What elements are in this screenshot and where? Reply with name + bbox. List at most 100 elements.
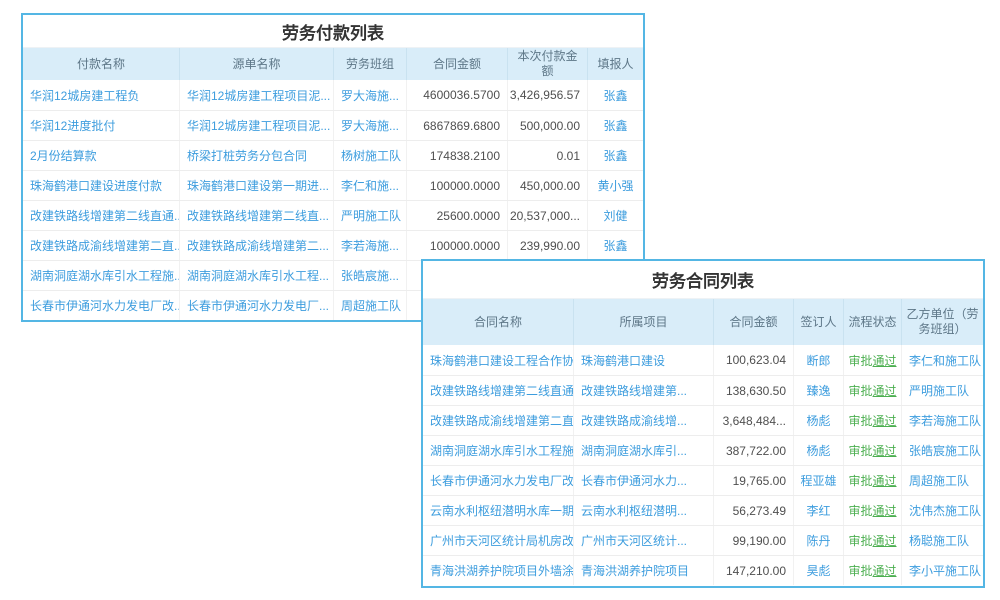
contracts-cell[interactable]: 长春市伊通河水力... [573, 466, 713, 495]
contracts-cell[interactable]: 改建铁路线增建第... [573, 376, 713, 405]
contracts-cell[interactable]: 李若海施工队 [901, 406, 983, 435]
table-row: 珠海鹤港口建设进度付款珠海鹤港口建设第一期进...李仁和施...100000.0… [23, 170, 643, 200]
contracts-cell: 138,630.50 [713, 376, 793, 405]
payments-cell[interactable]: 刘健 [587, 201, 643, 230]
payments-cell[interactable]: 长春市伊通河水力发电厂改... [23, 291, 179, 320]
contracts-cell[interactable]: 断郎 [793, 345, 843, 375]
status-text: 审批 [848, 412, 872, 429]
status-link[interactable]: 通过 [873, 532, 897, 549]
payments-cell[interactable]: 珠海鹤港口建设进度付款 [23, 171, 179, 200]
contracts-cell[interactable]: 程亚雄 [793, 466, 843, 495]
payments-cell[interactable]: 华润12进度批付 [23, 111, 179, 140]
contracts-cell[interactable]: 审批通过 [843, 436, 901, 465]
payments-cell: 450,000.00 [507, 171, 587, 200]
status-link[interactable]: 通过 [873, 502, 897, 519]
payments-cell[interactable]: 湖南洞庭湖水库引水工程... [179, 261, 333, 290]
contracts-cell[interactable]: 审批通过 [843, 526, 901, 555]
contracts-cell[interactable]: 审批通过 [843, 345, 901, 375]
payments-cell[interactable]: 改建铁路线增建第二线直通... [23, 201, 179, 230]
contracts-cell[interactable]: 广州市天河区统计局机房改... [423, 526, 573, 555]
contract-list-title: 劳务合同列表 [423, 261, 983, 299]
payments-cell: 20,537,000... [507, 201, 587, 230]
contracts-cell[interactable]: 严明施工队 [901, 376, 983, 405]
payments-cell[interactable]: 桥梁打桩劳务分包合同 [179, 141, 333, 170]
contracts-cell[interactable]: 昊彪 [793, 556, 843, 585]
status-text: 审批 [848, 442, 872, 459]
payments-cell[interactable]: 改建铁路成渝线增建第二直... [23, 231, 179, 260]
payments-cell[interactable]: 张鑫 [587, 231, 643, 260]
contracts-cell[interactable]: 杨聪施工队 [901, 526, 983, 555]
payments-cell[interactable]: 张鑫 [587, 80, 643, 110]
payments-header-row: 付款名称源单名称劳务班组合同金额本次付款金额填报人 [23, 48, 643, 80]
payments-cell[interactable]: 罗大海施... [333, 111, 406, 140]
contracts-cell[interactable]: 改建铁路成渝线增建第二直... [423, 406, 573, 435]
contracts-cell[interactable]: 臻逸 [793, 376, 843, 405]
contracts-cell: 56,273.49 [713, 496, 793, 525]
contracts-cell[interactable]: 审批通过 [843, 466, 901, 495]
table-row: 改建铁路成渝线增建第二直...改建铁路成渝线增建第二...李若海施...1000… [23, 230, 643, 260]
payments-cell: 174838.2100 [406, 141, 507, 170]
payments-cell[interactable]: 张皓宸施... [333, 261, 406, 290]
payments-cell[interactable]: 改建铁路成渝线增建第二... [179, 231, 333, 260]
contracts-cell[interactable]: 张皓宸施工队 [901, 436, 983, 465]
contracts-cell[interactable]: 杨彪 [793, 436, 843, 465]
contracts-cell[interactable]: 杨彪 [793, 406, 843, 435]
contracts-cell[interactable]: 周超施工队 [901, 466, 983, 495]
payments-cell[interactable]: 长春市伊通河水力发电厂... [179, 291, 333, 320]
status-link[interactable]: 通过 [873, 352, 897, 369]
payments-cell: 25600.0000 [406, 201, 507, 230]
contracts-cell[interactable]: 审批通过 [843, 406, 901, 435]
contracts-cell[interactable]: 青海洪湖养护院项目外墙涂... [423, 556, 573, 585]
contracts-cell[interactable]: 广州市天河区统计... [573, 526, 713, 555]
payments-cell[interactable]: 改建铁路线增建第二线直... [179, 201, 333, 230]
table-row: 青海洪湖养护院项目外墙涂...青海洪湖养护院项目147,210.00昊彪审批通过… [423, 555, 983, 585]
payments-cell[interactable]: 杨树施工队 [333, 141, 406, 170]
contracts-cell[interactable]: 审批通过 [843, 376, 901, 405]
payments-column-header: 付款名称 [23, 48, 179, 80]
payments-column-header: 填报人 [587, 48, 643, 80]
contracts-cell[interactable]: 湖南洞庭湖水库引... [573, 436, 713, 465]
contracts-cell[interactable]: 审批通过 [843, 556, 901, 585]
contracts-cell[interactable]: 珠海鹤港口建设 [573, 345, 713, 375]
payments-cell[interactable]: 2月份结算款 [23, 141, 179, 170]
status-link[interactable]: 通过 [873, 562, 897, 579]
contracts-cell[interactable]: 改建铁路成渝线增... [573, 406, 713, 435]
contracts-cell[interactable]: 李小平施工队 [901, 556, 983, 585]
contracts-cell[interactable]: 改建铁路线增建第二线直通... [423, 376, 573, 405]
payments-cell[interactable]: 李仁和施... [333, 171, 406, 200]
payments-cell: 239,990.00 [507, 231, 587, 260]
payments-cell[interactable]: 周超施工队 [333, 291, 406, 320]
payments-cell[interactable]: 罗大海施... [333, 80, 406, 110]
payments-cell[interactable]: 华润12城房建工程负 [23, 80, 179, 110]
table-row: 华润12进度批付华润12城房建工程项目泥...罗大海施...6867869.68… [23, 110, 643, 140]
contracts-cell[interactable]: 云南水利枢纽潜明水库一期... [423, 496, 573, 525]
contracts-cell[interactable]: 陈丹 [793, 526, 843, 555]
contracts-header-row: 合同名称所属项目合同金额签订人流程状态乙方单位（劳务班组） [423, 299, 983, 345]
status-link[interactable]: 通过 [873, 382, 897, 399]
contracts-cell[interactable]: 长春市伊通河水力发电厂改... [423, 466, 573, 495]
contracts-cell[interactable]: 沈伟杰施工队 [901, 496, 983, 525]
contracts-cell[interactable]: 李红 [793, 496, 843, 525]
contracts-cell: 99,190.00 [713, 526, 793, 555]
table-row: 湖南洞庭湖水库引水工程施...湖南洞庭湖水库引...387,722.00杨彪审批… [423, 435, 983, 465]
payments-cell[interactable]: 珠海鹤港口建设第一期进... [179, 171, 333, 200]
payments-cell[interactable]: 黄小强 [587, 171, 643, 200]
contracts-cell[interactable]: 青海洪湖养护院项目 [573, 556, 713, 585]
payments-cell[interactable]: 华润12城房建工程项目泥... [179, 111, 333, 140]
payments-cell[interactable]: 张鑫 [587, 141, 643, 170]
payments-cell[interactable]: 张鑫 [587, 111, 643, 140]
contracts-cell[interactable]: 湖南洞庭湖水库引水工程施... [423, 436, 573, 465]
payments-cell[interactable]: 华润12城房建工程项目泥... [179, 80, 333, 110]
payments-cell[interactable]: 湖南洞庭湖水库引水工程施... [23, 261, 179, 290]
payments-cell[interactable]: 严明施工队 [333, 201, 406, 230]
contracts-cell[interactable]: 审批通过 [843, 496, 901, 525]
contracts-cell[interactable]: 李仁和施工队 [901, 345, 983, 375]
status-link[interactable]: 通过 [873, 442, 897, 459]
status-link[interactable]: 通过 [873, 472, 897, 489]
contracts-cell[interactable]: 云南水利枢纽潜明... [573, 496, 713, 525]
contracts-cell[interactable]: 珠海鹤港口建设工程合作协... [423, 345, 573, 375]
payments-cell[interactable]: 李若海施... [333, 231, 406, 260]
contracts-column-header: 合同名称 [423, 299, 573, 345]
status-link[interactable]: 通过 [873, 412, 897, 429]
status-text: 审批 [848, 532, 872, 549]
